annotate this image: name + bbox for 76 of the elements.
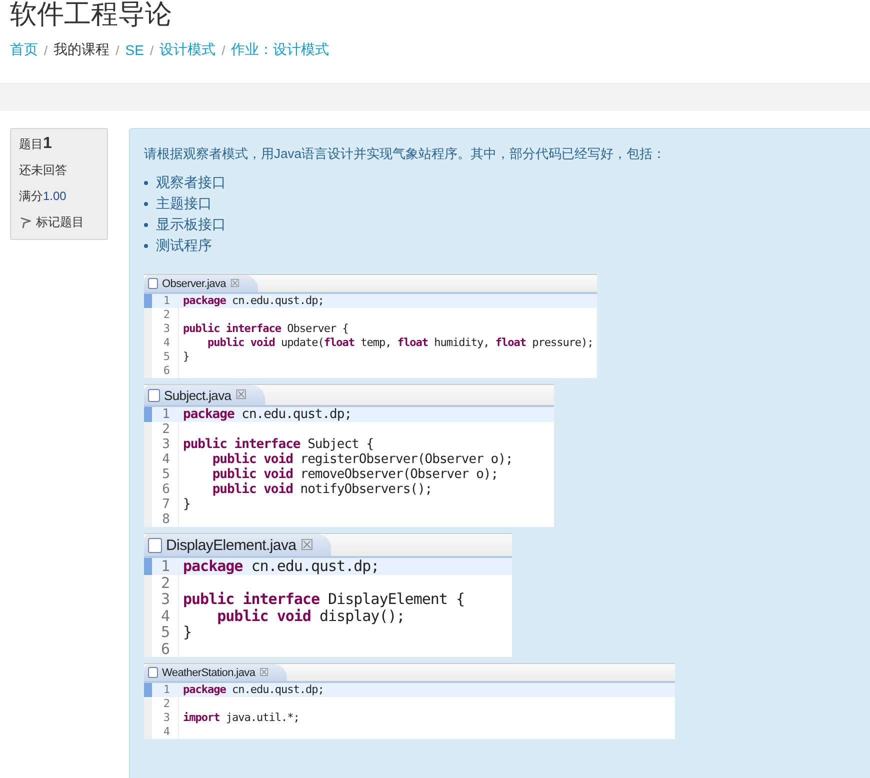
code-text: public void update(float temp, float humidity, float pressure); <box>206 336 594 350</box>
question-number: 题目 1 <box>19 137 52 151</box>
line-number: 6 <box>152 364 179 378</box>
code-text: public void display(); <box>217 608 405 624</box>
file-tab[interactable]: Subject.java ☒ <box>144 385 265 405</box>
code-text: } <box>183 350 190 364</box>
breadcrumb-link[interactable]: SE <box>125 42 144 58</box>
flag-link[interactable]: 标记题目 <box>36 214 84 231</box>
breadcrumb-link[interactable]: 设计模式 <box>160 41 216 59</box>
list-item: 测试程序 <box>156 236 212 255</box>
line-number: 2 <box>152 308 179 322</box>
breadcrumb-separator: / <box>116 42 120 58</box>
line-number: 2 <box>152 422 179 437</box>
code-text: public void registerObserver(Observer o); <box>211 452 513 467</box>
file-tab[interactable]: DisplayElement.java ☒ <box>144 534 332 556</box>
line-number: 6 <box>152 640 179 657</box>
bullet-icon <box>144 244 148 248</box>
file-tab[interactable]: Observer.java ☒ <box>144 275 258 292</box>
breadcrumb-separator: / <box>222 42 226 58</box>
code-text: package cn.edu.qust.dp; <box>183 683 324 697</box>
file-tab[interactable]: WeatherStation.java ☒ <box>144 664 287 681</box>
code-text: public interface Observer { <box>183 322 348 336</box>
line-number: 5 <box>152 467 179 482</box>
line-number: 4 <box>152 336 179 350</box>
flag-icon[interactable] <box>19 216 31 228</box>
breadcrumb-text: 我的课程 <box>54 41 110 59</box>
line-number: 1 <box>152 407 179 422</box>
line-number: 3 <box>152 322 179 336</box>
close-icon[interactable]: ☒ <box>259 666 269 679</box>
code-text: package cn.edu.qust.dp; <box>183 558 380 574</box>
line-number: 4 <box>152 725 179 739</box>
bullet-icon <box>144 222 148 226</box>
line-number: 3 <box>152 437 179 452</box>
close-icon[interactable]: ☒ <box>300 536 314 554</box>
line-number: 5 <box>152 624 179 640</box>
page-title: 软件工程导论 <box>10 0 173 26</box>
list-item: 显示板接口 <box>156 215 226 234</box>
bullet-icon <box>144 202 148 206</box>
line-number: 6 <box>152 482 179 497</box>
breadcrumb-separator: / <box>150 42 154 58</box>
list-item: 观察者接口 <box>156 173 226 192</box>
bullet-icon <box>144 180 148 184</box>
line-number: 3 <box>152 591 179 608</box>
line-number: 4 <box>152 452 179 467</box>
close-icon[interactable]: ☒ <box>235 387 247 403</box>
close-icon[interactable]: ☒ <box>230 277 240 290</box>
code-text: public void notifyObservers(); <box>211 482 432 497</box>
line-number: 8 <box>152 512 179 527</box>
code-text: public void removeObserver(Observer o); <box>211 467 498 482</box>
line-number: 1 <box>152 294 179 308</box>
java-file-icon <box>148 667 158 678</box>
code-text: public interface DisplayElement { <box>183 591 465 608</box>
code-text: import java.util.*; <box>183 711 300 725</box>
code-text: } <box>183 497 190 512</box>
line-number: 4 <box>152 608 179 624</box>
breadcrumb-link[interactable]: 作业：设计模式 <box>231 41 330 59</box>
java-file-icon <box>148 278 158 289</box>
breadcrumb-separator: / <box>44 42 48 58</box>
line-number: 2 <box>152 574 179 591</box>
code-text: package cn.edu.qust.dp; <box>183 294 324 308</box>
line-number: 2 <box>152 697 179 711</box>
line-number: 1 <box>152 683 179 697</box>
line-number: 7 <box>152 497 179 512</box>
java-file-icon <box>148 538 162 552</box>
code-text: public interface Subject { <box>183 437 374 452</box>
list-item: 主题接口 <box>156 194 212 213</box>
line-number: 1 <box>152 558 179 574</box>
code-text: package cn.edu.qust.dp; <box>183 407 352 422</box>
line-number: 3 <box>152 711 179 725</box>
answer-status: 还未回答 <box>19 163 67 177</box>
question-text: 请根据观察者模式，用Java语言设计并实现气象站程序。其中，部分代码已经写好，包括： <box>144 145 666 163</box>
breadcrumb-link[interactable]: 首页 <box>10 41 38 59</box>
line-number: 5 <box>152 350 179 364</box>
java-file-icon <box>148 388 160 402</box>
question-mark: 满分1.00 <box>19 189 66 203</box>
code-text: } <box>183 624 192 640</box>
